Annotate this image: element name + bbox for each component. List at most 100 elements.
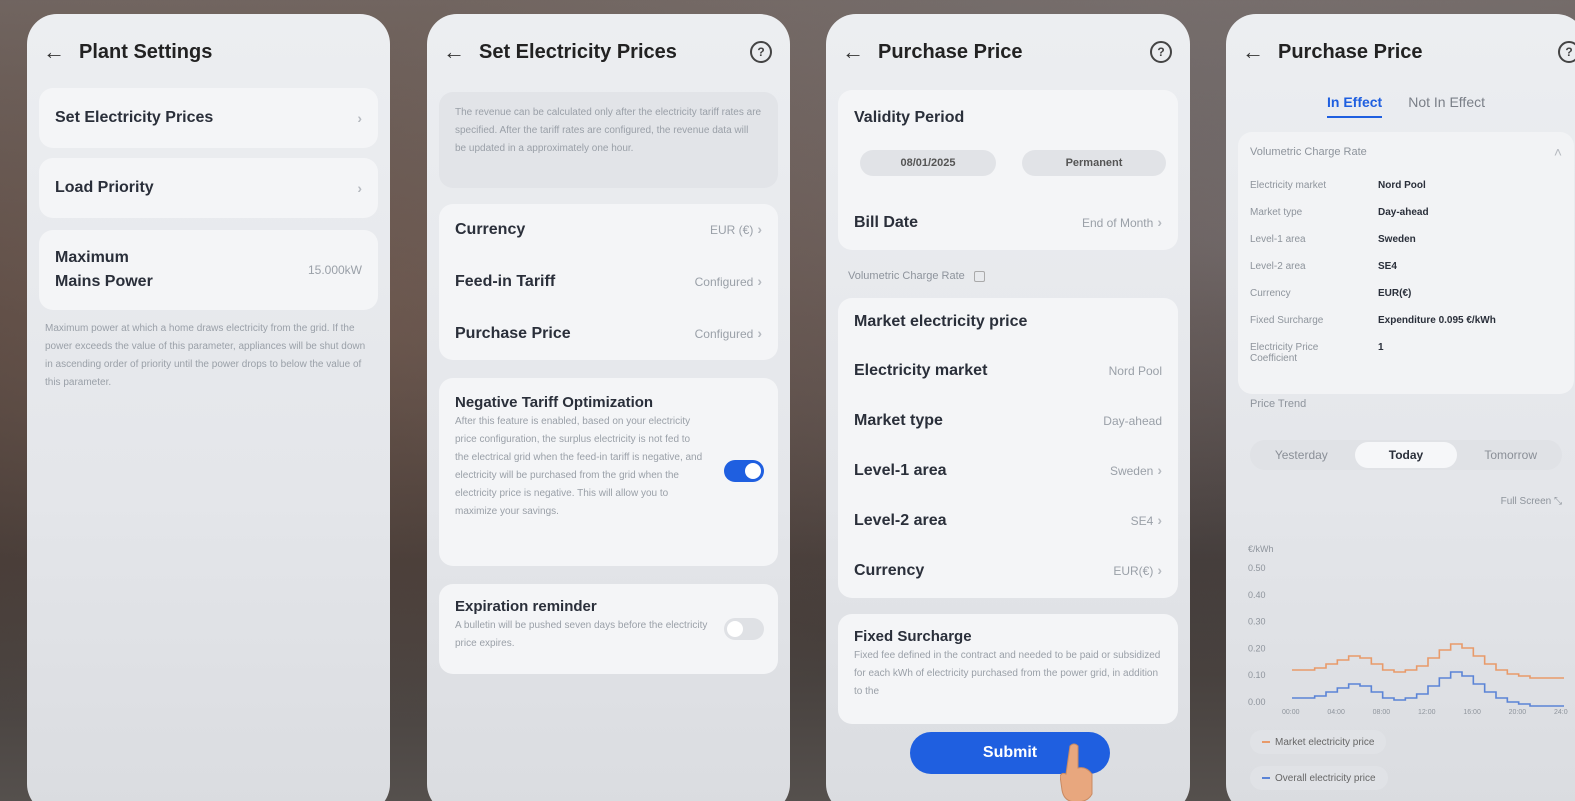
market-price-label: Market electricity price <box>854 313 1028 330</box>
chevron-right-icon: › <box>357 180 362 196</box>
menu-item-load-priority[interactable]: Load Priority › <box>39 158 378 218</box>
detail-row: Currency EUR(€) <box>1250 288 1570 299</box>
detail-row: Electricity market Nord Pool <box>1250 180 1570 191</box>
tab-in-effect[interactable]: In Effect <box>1326 94 1383 118</box>
level1-area-row[interactable]: Level-1 area Sweden › <box>838 446 1178 496</box>
help-icon[interactable]: ? <box>1558 41 1575 63</box>
negative-tariff-desc: After this feature is enabled, based on … <box>455 416 703 517</box>
page-title: Set Electricity Prices <box>479 40 677 63</box>
section-label: Volumetric Charge Rate <box>1250 146 1367 158</box>
level2-area-value: SE4 <box>1130 514 1154 528</box>
market-type-row[interactable]: Market type Day-ahead <box>838 396 1178 446</box>
back-arrow-icon[interactable]: ← <box>1242 39 1270 65</box>
page-title: Purchase Price <box>878 40 1023 63</box>
phone-purchase-price-view: ← Purchase Price ? In Effect Not In Effe… <box>1226 14 1575 801</box>
detail-key: Level-1 area <box>1250 234 1306 245</box>
segment-tomorrow[interactable]: Tomorrow <box>1459 448 1562 462</box>
price-trend-chart: €/kWh 0.50 0.40 0.30 0.20 0.10 0.00 00:00 04:00 0… <box>1248 544 1568 714</box>
legend-line-market <box>1262 741 1270 743</box>
max-power-label-line1: Maximum <box>55 249 129 266</box>
bill-date-value: End of Month <box>1081 216 1154 230</box>
info-text: The revenue can be calculated only after… <box>455 107 762 154</box>
info-icon[interactable] <box>973 270 985 282</box>
detail-key: Currency <box>1250 288 1291 299</box>
phone-purchase-price-edit: ← Purchase Price ? Validity Period 08/01… <box>826 14 1190 801</box>
fixed-surcharge-desc: Fixed fee defined in the contract and ne… <box>854 650 1161 697</box>
level2-area-label: Level-2 area <box>854 512 947 529</box>
electricity-market-label: Electricity market <box>854 362 988 379</box>
price-settings-card: Currency EUR (€) › Feed-in Tariff Configu… <box>439 204 778 360</box>
market-price-row: Market electricity price <box>838 298 1178 346</box>
purchase-price-value: Configured <box>694 327 754 341</box>
detail-row: Fixed Surcharge Expenditure 0.095 €/kWh <box>1250 315 1570 326</box>
currency-row[interactable]: Currency EUR(€) › <box>838 546 1178 596</box>
menu-item-label: Load Priority <box>55 179 154 196</box>
chevron-right-icon: › <box>1157 562 1162 578</box>
chevron-right-icon: › <box>757 221 762 237</box>
currency-value: EUR (€) <box>709 223 754 237</box>
back-arrow-icon[interactable]: ← <box>842 39 870 65</box>
detail-value: Day-ahead <box>1378 207 1429 218</box>
page-title: Plant Settings <box>79 40 213 63</box>
bill-date-row[interactable]: Bill Date End of Month › <box>838 198 1178 248</box>
x-tick-label: 04:00 <box>1327 709 1345 714</box>
header: ← Plant Settings <box>27 36 390 68</box>
purchase-price-row[interactable]: Purchase Price Configured › <box>439 308 778 360</box>
full-screen-label: Full Screen <box>1500 496 1552 507</box>
market-type-value: Day-ahead <box>1103 414 1162 428</box>
electricity-market-row[interactable]: Electricity market Nord Pool <box>838 346 1178 396</box>
x-tick-label: 08:00 <box>1373 709 1391 714</box>
detail-key: Market type <box>1250 207 1303 218</box>
full-screen-button[interactable]: Full Screen ⤡ <box>1501 496 1562 507</box>
tab-not-in-effect[interactable]: Not In Effect <box>1408 94 1485 118</box>
detail-value: Nord Pool <box>1378 180 1426 191</box>
max-mains-power-row[interactable]: Maximum Mains Power 15.000kW <box>39 230 378 310</box>
end-date-field[interactable]: Permanent <box>1022 150 1166 176</box>
detail-key: Level-2 area <box>1250 261 1306 272</box>
max-power-label-line2: Mains Power <box>55 273 153 290</box>
chevron-right-icon: › <box>1157 214 1162 230</box>
y-tick-label: 0.00 <box>1248 697 1266 707</box>
detail-value: SE4 <box>1378 261 1397 272</box>
detail-value: Expenditure 0.095 €/kWh <box>1378 315 1496 326</box>
fixed-surcharge-card: Fixed Surcharge Fixed fee defined in the… <box>838 614 1178 724</box>
detail-row: Market type Day-ahead <box>1250 207 1570 218</box>
expand-icon: ⤡ <box>1554 496 1562 507</box>
detail-row: Level-2 area SE4 <box>1250 261 1570 272</box>
detail-key: Electricity Price Coefficient <box>1250 342 1319 364</box>
header: ← Purchase Price ? <box>826 36 1190 68</box>
chevron-right-icon: › <box>1157 462 1162 478</box>
start-date-field[interactable]: 08/01/2025 <box>860 150 996 176</box>
header: ← Set Electricity Prices ? <box>427 36 790 68</box>
expiration-toggle[interactable] <box>724 618 764 640</box>
market-price-card: Market electricity price Electricity mar… <box>838 298 1178 598</box>
feed-in-tariff-row[interactable]: Feed-in Tariff Configured › <box>439 256 778 308</box>
chevron-up-icon[interactable]: ˄ <box>1554 144 1562 160</box>
market-type-label: Market type <box>854 412 943 429</box>
currency-value: EUR(€) <box>1113 564 1154 578</box>
electricity-market-value: Nord Pool <box>1108 364 1162 378</box>
level2-area-row[interactable]: Level-2 area SE4 › <box>838 496 1178 546</box>
legend-market[interactable]: Market electricity price <box>1250 730 1387 754</box>
help-icon[interactable]: ? <box>750 41 772 63</box>
y-tick-label: 0.10 <box>1248 670 1266 680</box>
help-icon[interactable]: ? <box>1150 41 1172 63</box>
detail-row: Level-1 area Sweden <box>1250 234 1570 245</box>
expiration-reminder-card: Expiration reminder A bulletin will be p… <box>439 584 778 674</box>
legend-overall[interactable]: Overall electricity price <box>1250 766 1388 790</box>
negative-tariff-toggle[interactable] <box>724 460 764 482</box>
y-tick-label: 0.40 <box>1248 590 1266 600</box>
x-tick-label: 24:00 <box>1554 709 1568 714</box>
page-title: Purchase Price <box>1278 40 1423 63</box>
back-arrow-icon[interactable]: ← <box>43 39 71 65</box>
effect-tabs: In Effect Not In Effect <box>1226 94 1575 118</box>
segment-today[interactable]: Today <box>1354 442 1458 468</box>
volumetric-charge-label: Volumetric Charge Rate <box>848 270 965 282</box>
back-arrow-icon[interactable]: ← <box>443 39 471 65</box>
currency-row[interactable]: Currency EUR (€) › <box>439 204 778 256</box>
purchase-price-label: Purchase Price <box>455 325 571 342</box>
menu-item-set-electricity-prices[interactable]: Set Electricity Prices › <box>39 88 378 148</box>
segment-yesterday[interactable]: Yesterday <box>1250 448 1353 462</box>
day-segment: Yesterday Today Tomorrow <box>1250 440 1562 470</box>
x-tick-label: 20:00 <box>1509 709 1527 714</box>
